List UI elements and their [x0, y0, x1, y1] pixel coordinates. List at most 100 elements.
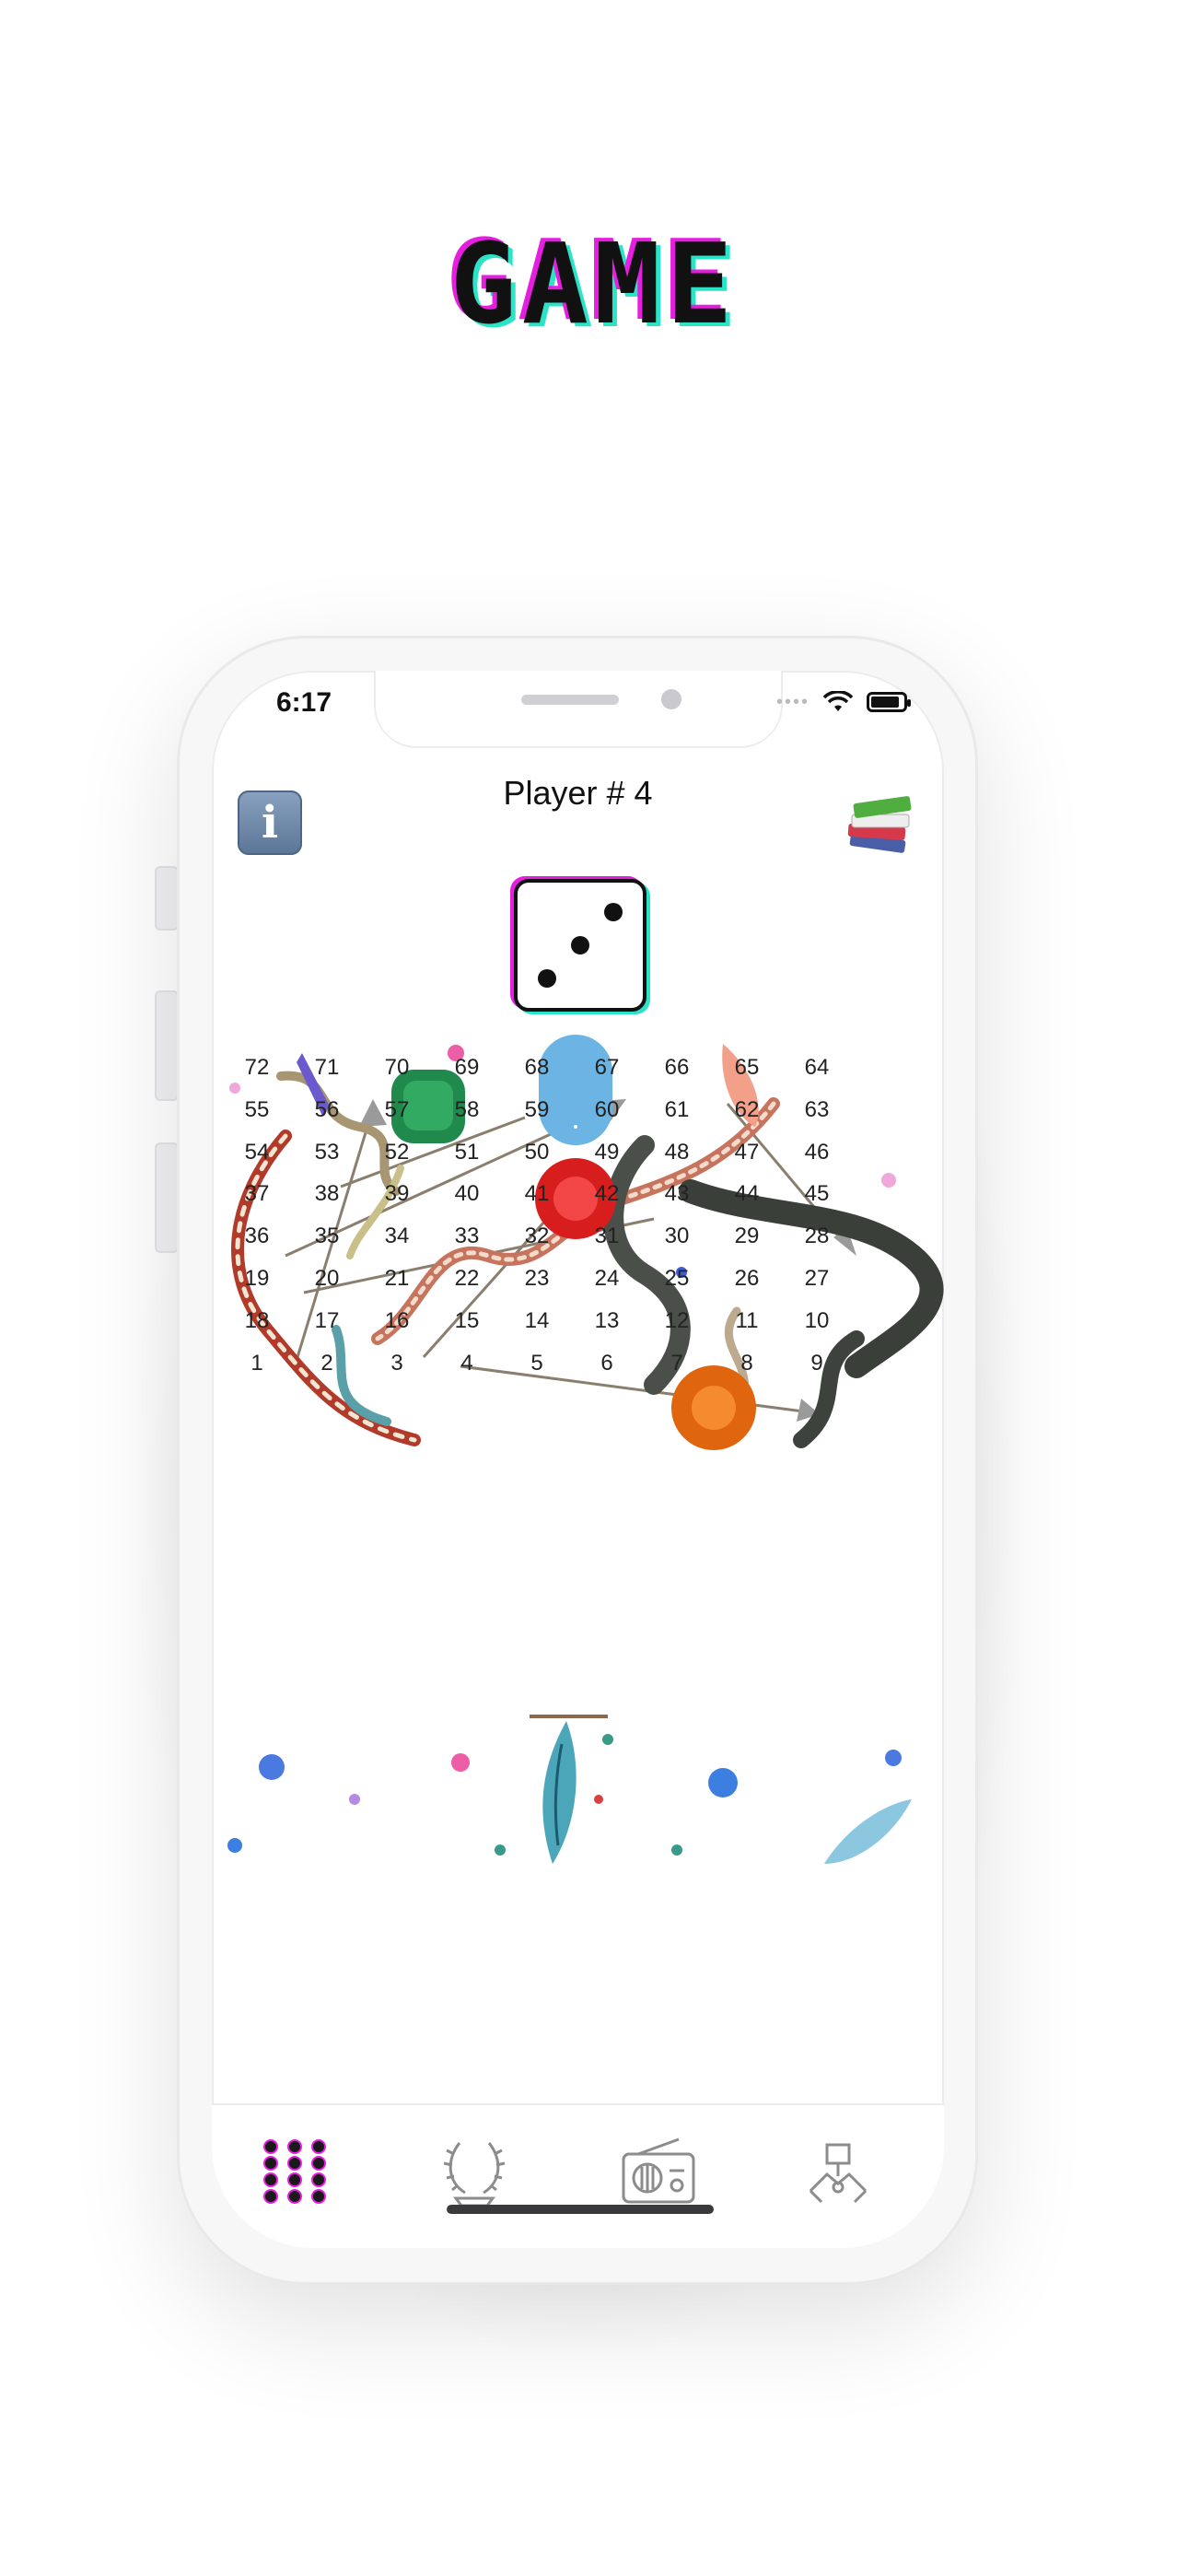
board-cell: 10 [804, 1308, 830, 1334]
board-cell: 39 [384, 1181, 410, 1207]
board-cell: 51 [454, 1139, 480, 1165]
board-cell: 38 [314, 1181, 340, 1207]
board-cell: 32 [524, 1224, 550, 1249]
board-cell: 9 [810, 1351, 823, 1376]
board-cell: 19 [244, 1266, 270, 1292]
board-cell: 11 [735, 1308, 759, 1334]
board-cell: 28 [804, 1224, 830, 1249]
board-cell: 49 [594, 1139, 620, 1165]
dice-pip [604, 903, 623, 921]
hands-icon [809, 2143, 868, 2204]
wifi-icon [822, 691, 854, 711]
board-cell: 68 [524, 1054, 550, 1080]
board-cell: 46 [804, 1139, 830, 1165]
board-cell: 59 [524, 1096, 550, 1122]
speaker [521, 695, 619, 705]
status-icons: •••• [776, 691, 911, 713]
board-cell: 4 [460, 1351, 473, 1376]
board-cell: 7 [670, 1351, 683, 1376]
board-cell: 42 [594, 1181, 620, 1207]
info-button[interactable]: i [238, 790, 302, 855]
board-cell: 52 [384, 1139, 410, 1165]
board-cell: 70 [384, 1054, 410, 1080]
board-cell: 6 [600, 1351, 613, 1376]
board-cell: 26 [734, 1266, 760, 1292]
flower-icon [451, 1753, 470, 1772]
board-cell: 50 [524, 1139, 550, 1165]
tab-bar [212, 2103, 944, 2248]
home-indicator [447, 2205, 714, 2214]
board-cell: 66 [664, 1054, 690, 1080]
board-cell: 15 [454, 1308, 480, 1334]
dice[interactable] [514, 879, 646, 1012]
camera [661, 689, 681, 709]
board-cell: 35 [314, 1224, 340, 1249]
board-cell: 60 [594, 1096, 620, 1122]
board-cell: 54 [244, 1139, 270, 1165]
bead-icon [671, 1844, 682, 1856]
board-cell: 31 [594, 1224, 620, 1249]
board-cell: 27 [804, 1266, 830, 1292]
flower-icon [349, 1794, 360, 1805]
board-cell: 17 [314, 1308, 340, 1334]
board-cell: 41 [524, 1181, 550, 1207]
books-icon[interactable] [843, 789, 918, 864]
notch [376, 671, 781, 746]
dice-pip [538, 969, 556, 988]
board-cell: 43 [664, 1181, 690, 1207]
board-cell: 34 [384, 1224, 410, 1249]
battery-icon [867, 692, 911, 712]
tab-game[interactable] [244, 2131, 345, 2214]
radio-icon [622, 2137, 695, 2204]
phone-screen: 6:17 •••• Player # 4 i 72 71 70 69 68 67… [212, 671, 944, 2248]
board-cell: 53 [314, 1139, 340, 1165]
board-cell: 25 [664, 1266, 690, 1292]
board-cell: 69 [454, 1054, 480, 1080]
board-cell: 64 [804, 1054, 830, 1080]
phone-volume-up [155, 990, 179, 1101]
board-cell: 22 [454, 1266, 480, 1292]
board-cell: 30 [664, 1224, 690, 1249]
tab-community[interactable] [787, 2131, 889, 2214]
feather-icon [824, 1799, 912, 1864]
board-cell: 20 [314, 1266, 340, 1292]
board-cell: 13 [594, 1308, 620, 1334]
board-cell: 58 [454, 1096, 480, 1122]
bead-icon [495, 1844, 506, 1856]
board-cell: 55 [244, 1096, 270, 1122]
phone-side-button [155, 866, 179, 931]
game-board[interactable]: 72 71 70 69 68 67 66 65 64 55 56 57 58 59 60 61 62 63 54 53… [212, 1035, 944, 1458]
promo-header: GAME [0, 221, 1188, 349]
status-time: 6:17 [276, 687, 332, 718]
laurel-icon [443, 2142, 506, 2207]
board-cell: 71 [314, 1054, 340, 1080]
board-cell: 8 [740, 1351, 753, 1376]
board-cell: 21 [384, 1266, 410, 1292]
decor-bottom [227, 1715, 912, 1864]
board-cell: 16 [384, 1308, 410, 1334]
board-cell: 45 [804, 1181, 830, 1207]
board-cell: 62 [734, 1096, 760, 1122]
dreamcatcher-icon [530, 1715, 613, 1864]
board-cell: 24 [594, 1266, 620, 1292]
board-cell: 47 [734, 1139, 760, 1165]
board-cell: 37 [244, 1181, 270, 1207]
board-cell: 29 [734, 1224, 760, 1249]
board-cell: 5 [530, 1351, 543, 1376]
flower-icon [259, 1754, 285, 1780]
board-cell: 14 [524, 1308, 550, 1334]
board-cell: 56 [314, 1096, 340, 1122]
tab-awards[interactable] [424, 2131, 525, 2214]
board-cell: 2 [320, 1351, 333, 1376]
board-cell: 3 [390, 1351, 403, 1376]
tab-radio[interactable] [608, 2131, 709, 2214]
flower-icon [708, 1768, 738, 1797]
dice-pip [571, 936, 589, 954]
board-cell: 36 [244, 1224, 270, 1249]
board-cell: 44 [734, 1181, 760, 1207]
board-cell: 1 [250, 1351, 263, 1376]
board-cell: 57 [384, 1096, 410, 1122]
grid-icon [263, 2139, 326, 2204]
flower-icon [227, 1838, 242, 1853]
board-cell: 65 [734, 1054, 760, 1080]
